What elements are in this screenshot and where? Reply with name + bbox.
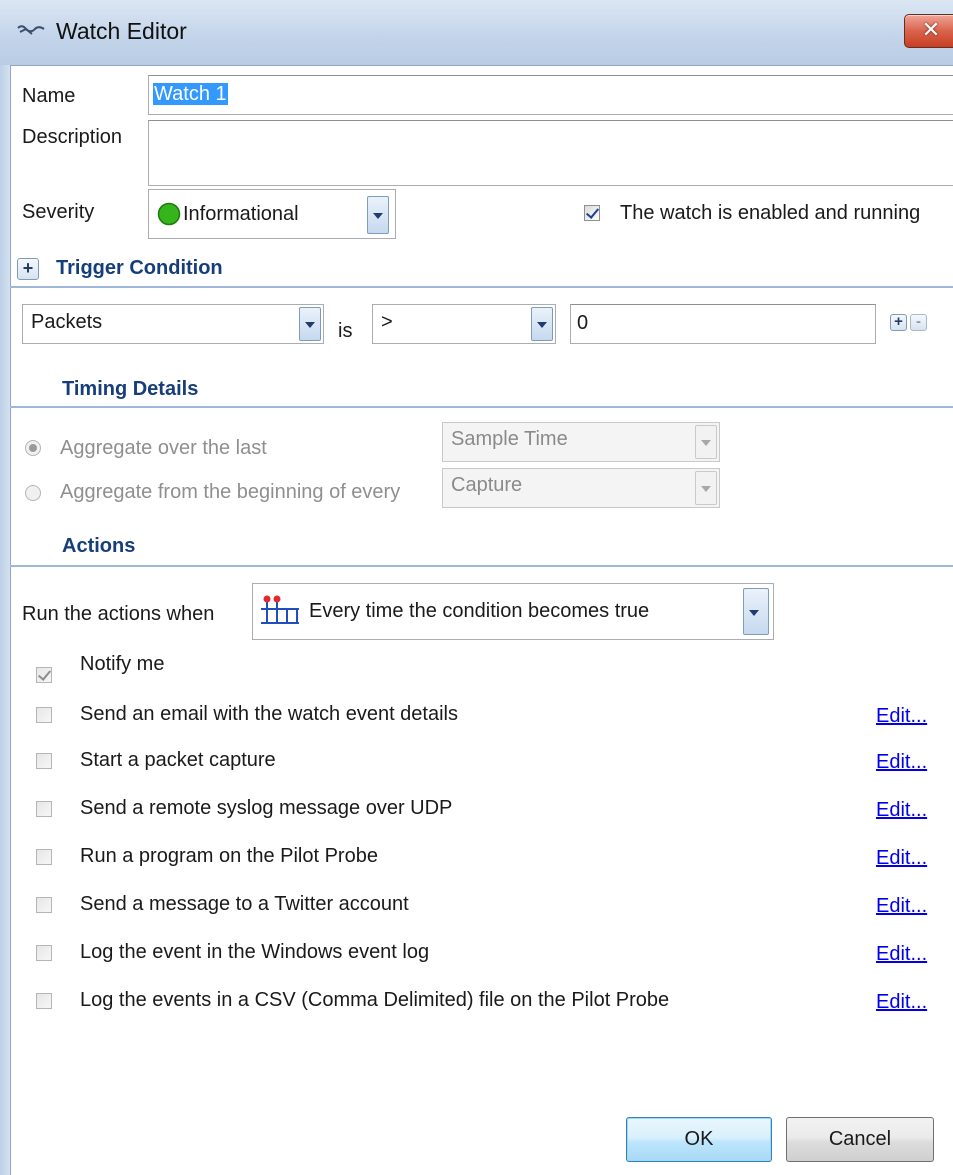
severity-value: Informational <box>183 203 299 225</box>
edit-link[interactable]: Edit... <box>876 847 927 870</box>
timing-divider <box>10 406 953 408</box>
edit-link[interactable]: Edit... <box>876 991 927 1014</box>
trigger-condition-title: Trigger Condition <box>56 257 223 279</box>
chevron-down-icon[interactable] <box>695 471 717 505</box>
enabled-checkbox[interactable] <box>584 205 600 221</box>
name-label: Name <box>22 85 76 107</box>
cancel-button[interactable]: Cancel <box>786 1117 934 1162</box>
description-input[interactable] <box>148 120 953 186</box>
chevron-down-icon[interactable] <box>299 307 321 341</box>
aggregate-beginning-value: Capture <box>451 474 523 496</box>
edit-link[interactable]: Edit... <box>876 943 927 966</box>
timing-details-title: Timing Details <box>62 378 199 400</box>
title-bar: Watch Editor ✕ <box>0 0 953 66</box>
edit-link[interactable]: Edit... <box>876 799 927 822</box>
run-when-value: Every time the condition becomes true <box>309 600 650 622</box>
severity-label: Severity <box>22 201 95 223</box>
action-label: Send a remote syslog message over UDP <box>80 797 453 819</box>
notify-me-checkbox[interactable] <box>36 667 52 683</box>
run-when-select[interactable]: Every time the condition becomes true <box>252 583 774 640</box>
window-frame-left <box>0 65 11 1175</box>
aggregate-last-label: Aggregate over the last <box>60 437 267 459</box>
severity-select[interactable]: Informational <box>148 189 396 239</box>
action-checkbox[interactable] <box>36 945 52 961</box>
run-when-label: Run the actions when <box>22 603 215 625</box>
aggregate-beginning-label: Aggregate from the beginning of every <box>60 481 401 503</box>
trigger-operator-value: > <box>381 311 393 333</box>
watch-glasses-icon <box>17 25 45 35</box>
action-label: Log the events in a CSV (Comma Delimited… <box>80 989 670 1011</box>
actions-title: Actions <box>62 535 136 557</box>
enabled-label: The watch is enabled and running <box>620 202 921 224</box>
action-checkbox[interactable] <box>36 707 52 723</box>
close-icon: ✕ <box>921 17 941 42</box>
trigger-operator-select[interactable]: > <box>372 304 556 344</box>
notify-me-label: Notify me <box>80 653 165 675</box>
aggregate-last-value: Sample Time <box>451 428 568 450</box>
is-label: is <box>338 320 353 342</box>
action-checkbox[interactable] <box>36 993 52 1009</box>
remove-condition-button[interactable]: - <box>910 314 927 331</box>
description-label: Description <box>22 126 123 148</box>
add-condition-button[interactable]: + <box>890 314 907 331</box>
name-input[interactable]: Watch 1 <box>148 75 953 115</box>
action-checkbox[interactable] <box>36 801 52 817</box>
chevron-down-icon[interactable] <box>531 307 553 341</box>
trigger-field-select[interactable]: Packets <box>22 304 324 344</box>
aggregate-last-radio[interactable] <box>25 440 41 456</box>
actions-divider <box>10 565 953 567</box>
action-label: Run a program on the Pilot Probe <box>80 845 378 867</box>
action-label: Send a message to a Twitter account <box>80 893 409 915</box>
green-circle-icon <box>157 202 181 226</box>
close-button[interactable]: ✕ <box>904 14 953 48</box>
trigger-divider <box>10 286 953 288</box>
aggregate-beginning-radio[interactable] <box>25 485 41 501</box>
window-title: Watch Editor <box>56 18 187 44</box>
chevron-down-icon[interactable] <box>695 425 717 459</box>
aggregate-last-select[interactable]: Sample Time <box>442 422 720 462</box>
chevron-down-icon[interactable] <box>743 588 769 635</box>
trigger-expand-button[interactable]: + <box>17 258 39 280</box>
name-value: Watch 1 <box>153 83 228 105</box>
trigger-field-value: Packets <box>31 311 103 333</box>
timeline-pins-icon <box>261 595 299 624</box>
action-label: Send an email with the watch event detai… <box>80 703 458 725</box>
action-checkbox[interactable] <box>36 753 52 769</box>
chevron-down-icon[interactable] <box>367 196 389 234</box>
action-label: Start a packet capture <box>80 749 276 771</box>
trigger-threshold-value: 0 <box>577 312 589 334</box>
action-label: Log the event in the Windows event log <box>80 941 430 963</box>
edit-link[interactable]: Edit... <box>876 895 927 918</box>
action-checkbox[interactable] <box>36 897 52 913</box>
edit-link[interactable]: Edit... <box>876 705 927 728</box>
trigger-threshold-input[interactable]: 0 <box>570 304 876 344</box>
action-checkbox[interactable] <box>36 849 52 865</box>
aggregate-beginning-select[interactable]: Capture <box>442 468 720 508</box>
edit-link[interactable]: Edit... <box>876 751 927 774</box>
ok-button[interactable]: OK <box>626 1117 772 1162</box>
